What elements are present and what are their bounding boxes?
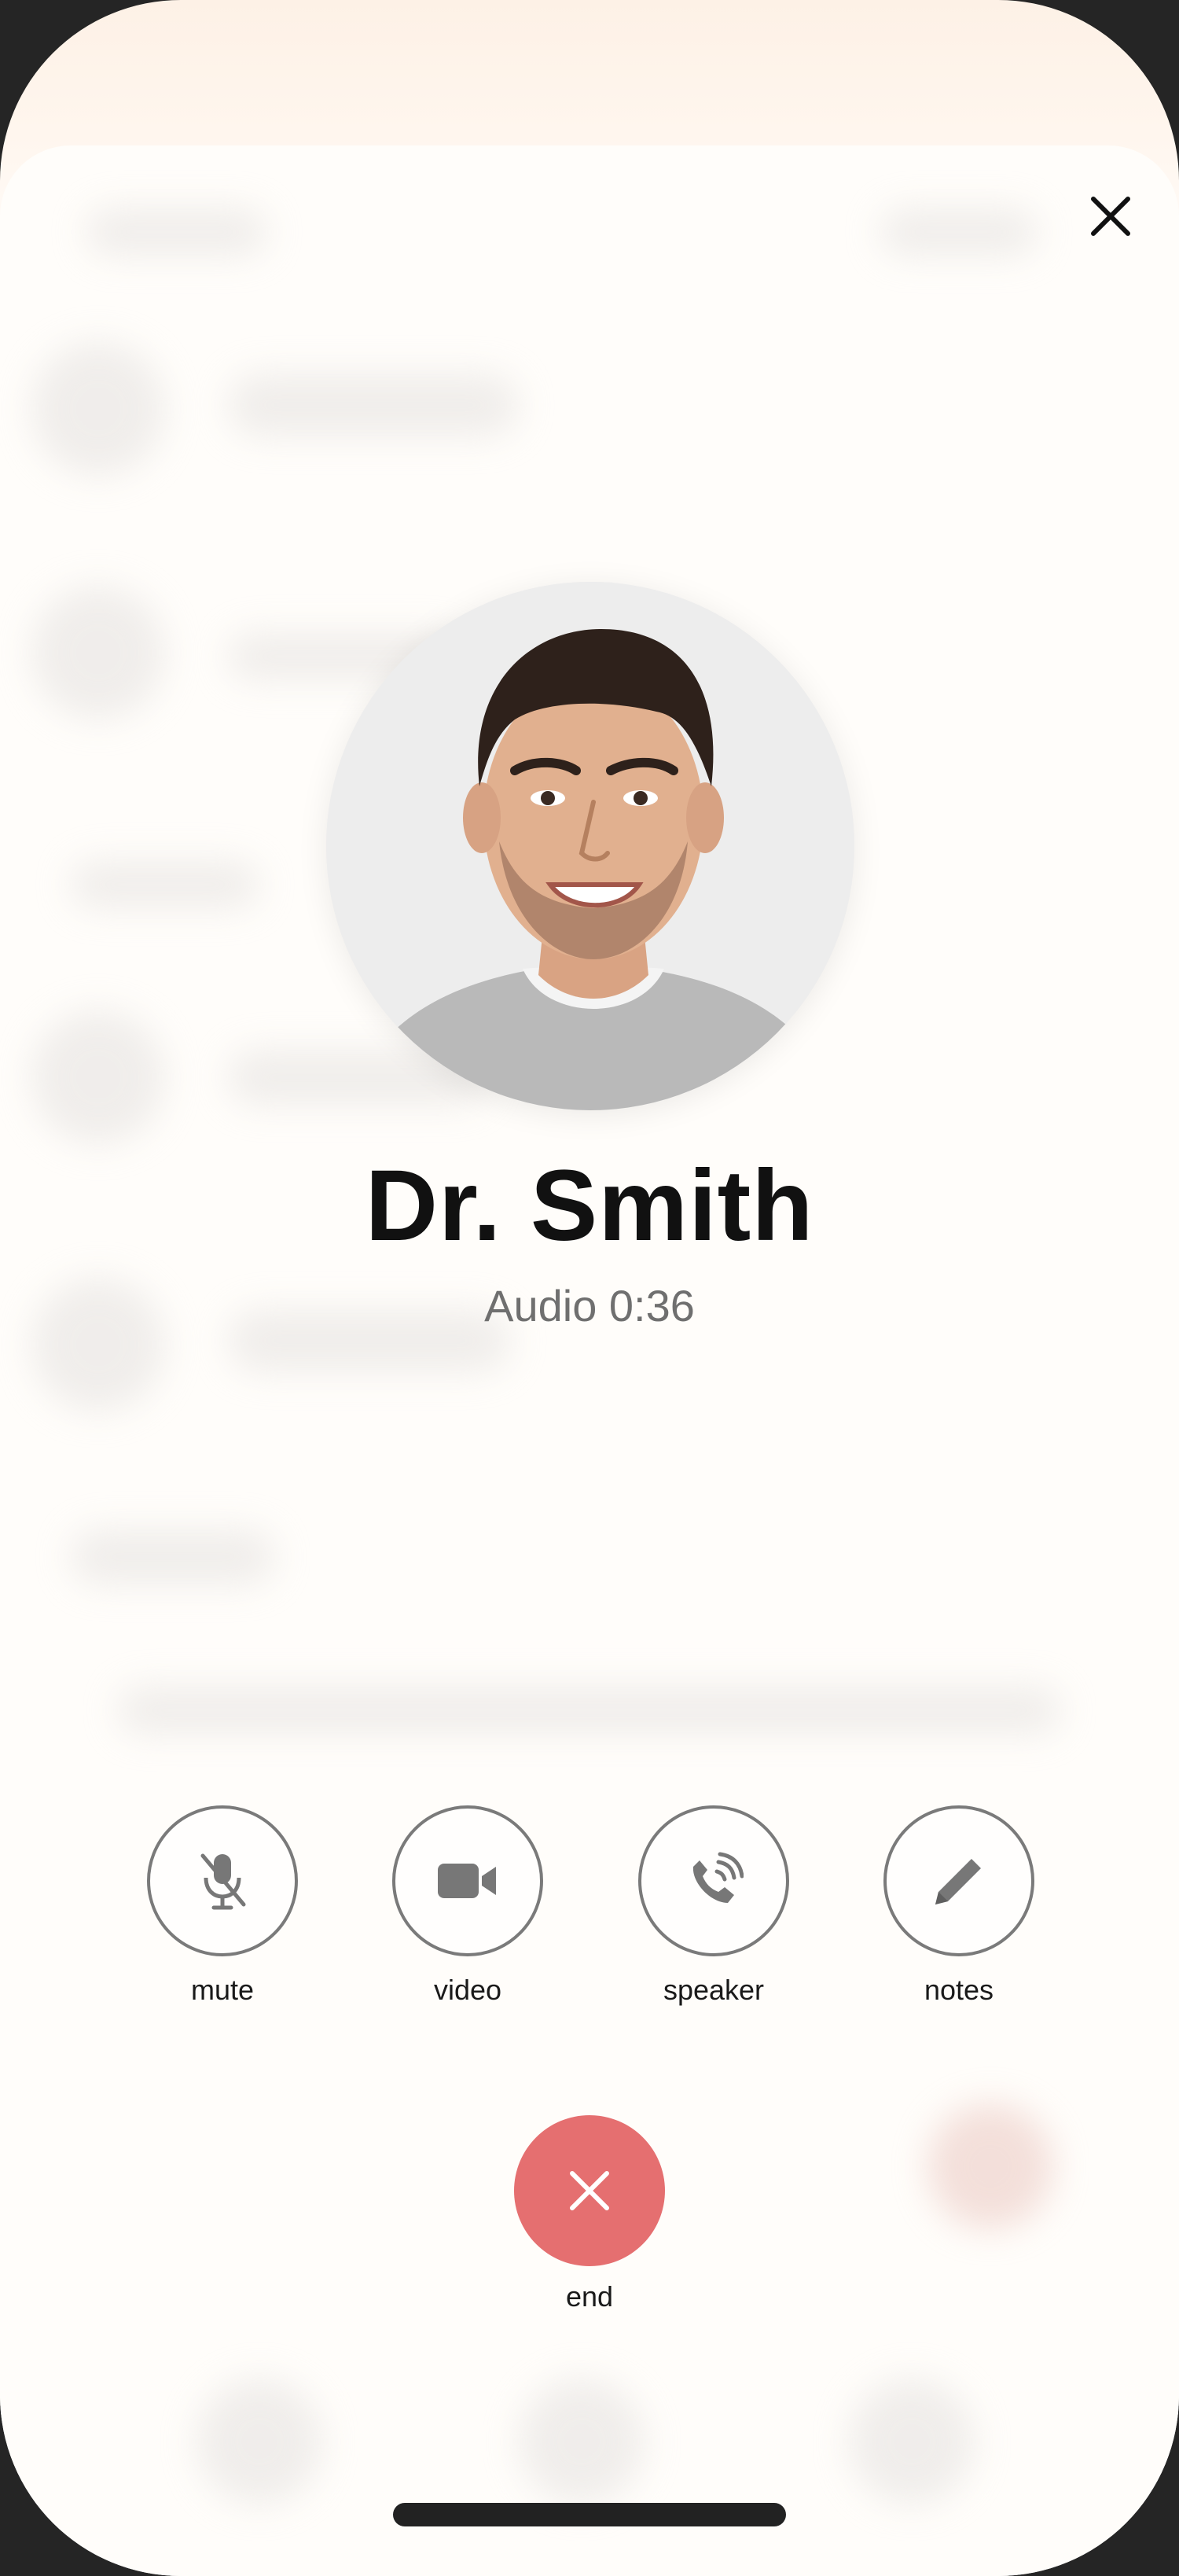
caller-avatar (326, 582, 854, 1110)
notes-label: notes (924, 1974, 994, 2006)
close-icon (1091, 197, 1130, 236)
close-button[interactable] (1075, 181, 1146, 252)
end-call-button[interactable]: end (512, 2115, 667, 2313)
mute-button[interactable]: mute (145, 1805, 299, 2007)
mute-label: mute (190, 1974, 255, 2006)
home-indicator[interactable] (393, 2503, 786, 2526)
end-call-circle[interactable] (514, 2115, 665, 2266)
mute-button-circle[interactable] (147, 1805, 298, 1956)
close-icon (570, 2171, 609, 2210)
video-button[interactable]: video (391, 1805, 545, 2007)
speaker-button-circle[interactable] (638, 1805, 789, 1956)
caller-portrait (326, 582, 854, 1110)
phone-screen: Dr. Smith Audio 0:36 mute video speaker … (0, 0, 1179, 2576)
call-controls: mute video speaker notes (0, 1805, 1179, 2010)
video-button-circle[interactable] (392, 1805, 543, 1956)
caller-name: Dr. Smith (365, 1150, 814, 1262)
speaker-label: speaker (663, 1974, 765, 2006)
speaker-phone-icon (692, 1852, 744, 1903)
pencil-icon (935, 1859, 981, 1904)
notes-button-circle[interactable] (883, 1805, 1034, 1956)
video-camera-icon (438, 1864, 496, 1898)
mic-off-icon (200, 1853, 246, 1910)
speaker-button[interactable]: speaker (637, 1805, 791, 2007)
video-label: video (433, 1974, 502, 2006)
notes-button[interactable]: notes (882, 1805, 1036, 2007)
end-call-label: end (565, 2280, 614, 2313)
call-status: Audio 0:36 (484, 1281, 695, 1330)
